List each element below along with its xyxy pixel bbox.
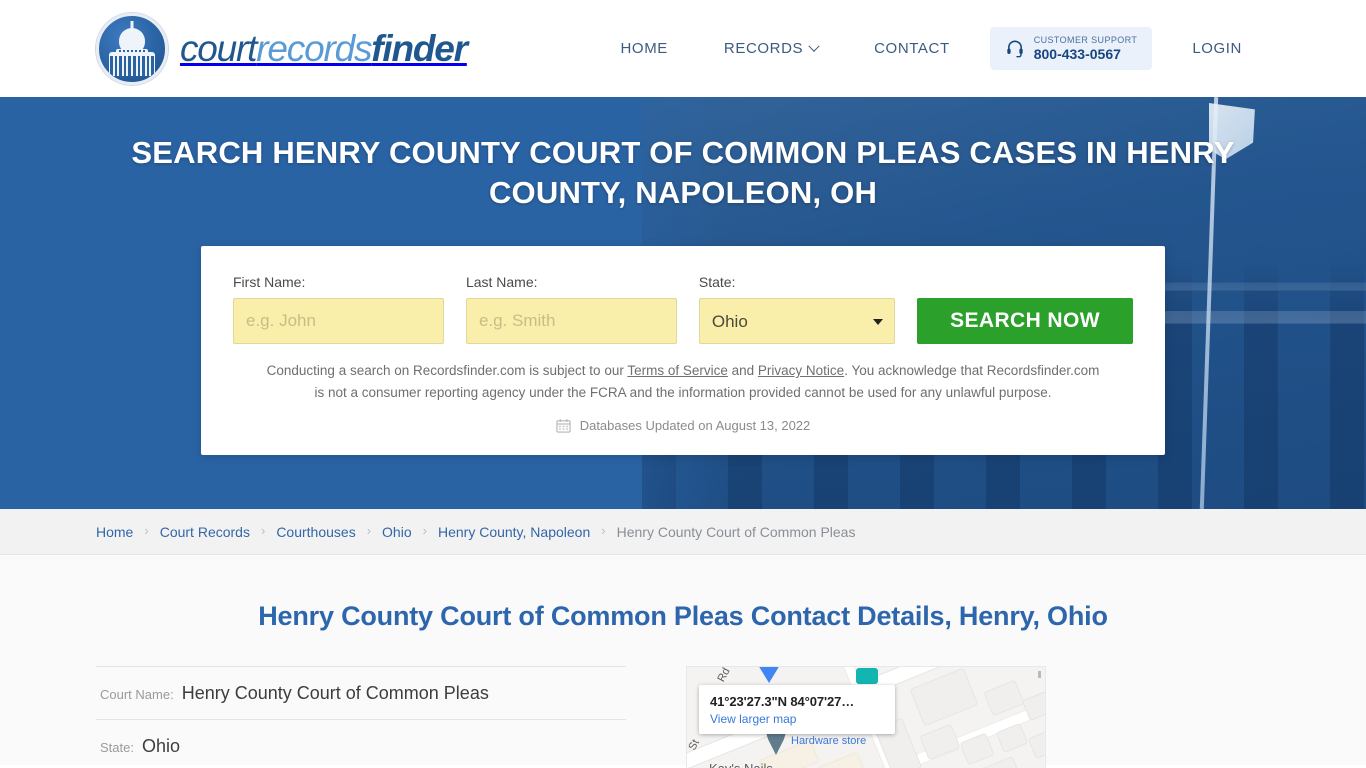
nav-item-home-label: HOME bbox=[620, 40, 668, 57]
map-coordinates: 41°23'27.3"N 84°07'27… bbox=[710, 694, 855, 709]
database-updated-note: Databases Updated on August 13, 2022 bbox=[233, 418, 1133, 433]
brand-word-records: records bbox=[256, 28, 372, 69]
breadcrumb-item-henry-county-napoleon[interactable]: Henry County, Napoleon bbox=[438, 524, 590, 540]
content-title: Henry County Court of Common Pleas Conta… bbox=[258, 601, 1108, 631]
chevron-right-icon: › bbox=[260, 523, 266, 538]
nav-item-login-label: LOGIN bbox=[1192, 40, 1242, 57]
breadcrumb-item-home[interactable]: Home bbox=[96, 524, 133, 540]
state-select[interactable]: Ohio bbox=[698, 298, 895, 345]
chevron-right-icon: › bbox=[366, 523, 372, 538]
main-navigation: HOME RECORDS CONTACT CUSTOMER SUPPORT 80… bbox=[593, 27, 1271, 70]
breadcrumb-bar: Home › Court Records › Courthouses › Ohi… bbox=[0, 509, 1366, 555]
details-and-map-row: Court Name: Henry County Court of Common… bbox=[96, 666, 1270, 768]
nav-item-contact[interactable]: CONTACT bbox=[846, 30, 978, 67]
capitol-dome-icon bbox=[96, 12, 168, 85]
view-larger-map-link[interactable]: View larger map bbox=[710, 712, 884, 726]
breadcrumb: Home › Court Records › Courthouses › Ohi… bbox=[96, 523, 856, 540]
first-name-input[interactable] bbox=[233, 298, 444, 345]
chevron-right-icon: › bbox=[422, 523, 427, 538]
calendar-icon bbox=[556, 419, 571, 433]
hero-section: SEARCH HENRY COUNTY COURT OF COMMON PLEA… bbox=[0, 97, 1366, 509]
main-content: Henry County Court of Common Pleas Conta… bbox=[0, 555, 1366, 768]
site-logo[interactable]: courtrecordsfinder bbox=[96, 12, 468, 85]
location-map[interactable]: Rd St Hardware store Kay's Nails 41°23'2… bbox=[686, 666, 1046, 768]
nav-item-records-label: RECORDS bbox=[723, 40, 804, 57]
map-place-label-kays-nails: Kay's Nails bbox=[709, 761, 773, 768]
first-name-field-group: First Name: bbox=[233, 274, 444, 345]
state-label: State: bbox=[698, 274, 736, 291]
location-map-column: Rd St Hardware store Kay's Nails 41°23'2… bbox=[686, 666, 1046, 768]
last-name-label: Last Name: bbox=[465, 274, 538, 291]
search-disclaimer: Conducting a search on Recordsfinder.com… bbox=[233, 360, 1133, 404]
court-name-value: Henry County Court of Common Pleas bbox=[181, 683, 489, 703]
privacy-notice-link[interactable]: Privacy Notice bbox=[758, 363, 844, 378]
breadcrumb-item-courthouses[interactable]: Courthouses bbox=[276, 524, 355, 540]
nav-item-records[interactable]: RECORDS bbox=[696, 30, 846, 67]
brand-word-finder: finder bbox=[371, 28, 468, 69]
table-row: State: Ohio bbox=[96, 719, 626, 768]
breadcrumb-item-court-records[interactable]: Court Records bbox=[160, 524, 250, 540]
map-poi-icon bbox=[856, 668, 878, 684]
nav-item-login[interactable]: LOGIN bbox=[1164, 30, 1270, 67]
nav-item-home[interactable]: HOME bbox=[593, 30, 696, 67]
table-row: Court Name: Henry County Court of Common… bbox=[96, 666, 626, 719]
brand-wordmark: courtrecordsfinder bbox=[180, 28, 468, 69]
nav-item-contact-label: CONTACT bbox=[874, 40, 950, 57]
map-attribution-mark bbox=[1038, 671, 1041, 678]
chevron-right-icon: › bbox=[601, 523, 606, 538]
disclaimer-text-1: Conducting a search on Recordsfinder.com… bbox=[266, 363, 628, 379]
brand-word-court: court bbox=[180, 28, 257, 69]
support-phone: 800-433-0567 bbox=[1033, 45, 1121, 62]
headset-icon bbox=[1007, 40, 1023, 57]
court-name-label: Court Name: bbox=[100, 687, 174, 702]
chevron-right-icon: › bbox=[144, 523, 149, 538]
chevron-down-icon bbox=[808, 40, 820, 52]
last-name-field-group: Last Name: bbox=[465, 274, 677, 345]
map-info-card: 41°23'27.3"N 84°07'27… View larger map bbox=[699, 685, 895, 734]
court-details-list: Court Name: Henry County Court of Common… bbox=[96, 666, 626, 768]
search-now-button[interactable]: SEARCH NOW bbox=[917, 298, 1133, 345]
site-header: courtrecordsfinder HOME RECORDS CONTACT … bbox=[0, 0, 1366, 97]
search-field-row: First Name: Last Name: State: Ohio SEARC… bbox=[233, 274, 1133, 345]
last-name-input[interactable] bbox=[465, 298, 677, 345]
customer-support-button[interactable]: CUSTOMER SUPPORT 800-433-0567 bbox=[989, 27, 1153, 70]
page-heading: SEARCH HENRY COUNTY COURT OF COMMON PLEA… bbox=[131, 135, 1235, 210]
state-detail-value: Ohio bbox=[141, 736, 180, 756]
map-place-label-hardware-store: Hardware store bbox=[791, 735, 867, 747]
breadcrumb-item-ohio[interactable]: Ohio bbox=[382, 524, 412, 540]
state-field-group: State: Ohio bbox=[698, 274, 895, 345]
database-updated-text: Databases Updated on August 13, 2022 bbox=[579, 418, 811, 434]
breadcrumb-item-current: Henry County Court of Common Pleas bbox=[616, 523, 856, 540]
terms-of-service-link[interactable]: Terms of Service bbox=[627, 363, 728, 378]
search-form-card: First Name: Last Name: State: Ohio SEARC… bbox=[201, 246, 1165, 456]
first-name-label: First Name: bbox=[233, 274, 306, 291]
support-label: CUSTOMER SUPPORT bbox=[1033, 35, 1138, 46]
disclaimer-text-2: and bbox=[727, 363, 758, 379]
state-detail-label: State: bbox=[100, 740, 134, 755]
